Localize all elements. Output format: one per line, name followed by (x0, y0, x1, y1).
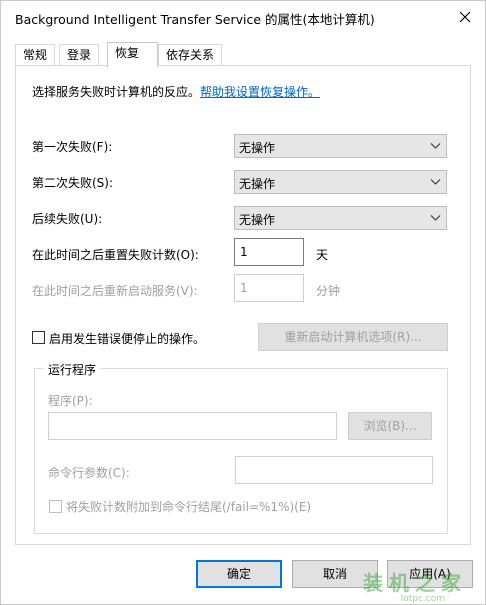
program-input[interactable] (48, 412, 337, 440)
restart-service-input[interactable]: 1 (234, 274, 304, 302)
tab-general[interactable]: 常规 (15, 44, 56, 66)
title-bar: Background Intelligent Transfer Service … (1, 1, 485, 33)
watermark-text: 装机之家 (363, 571, 467, 595)
window-title: Background Intelligent Transfer Service … (15, 12, 375, 27)
close-button[interactable] (453, 5, 477, 29)
browse-button[interactable]: 浏览(B)... (348, 412, 432, 440)
intro-line: 选择服务失败时计算机的反应。帮助我设置恢复操作。 (32, 83, 320, 100)
tab-recovery[interactable]: 恢复 (107, 42, 158, 67)
run-program-title: 运行程序 (44, 361, 101, 378)
tab-dependencies[interactable]: 依存关系 (158, 44, 223, 66)
reset-count-value: 1 (240, 245, 248, 259)
tab-logon[interactable]: 登录 (59, 44, 100, 66)
second-failure-select[interactable]: 无操作 (234, 170, 447, 194)
chevron-down-icon (430, 215, 441, 221)
restart-service-value: 1 (240, 281, 248, 295)
restart-unit: 分钟 (316, 284, 341, 298)
subsequent-failure-select[interactable]: 无操作 (234, 206, 447, 230)
cmd-params-input[interactable] (235, 456, 433, 484)
watermark-url: lotpc.com (400, 594, 445, 604)
reset-count-label: 在此时间之后重置失败计数(O): (32, 248, 199, 262)
chevron-down-icon (430, 143, 441, 149)
restart-computer-options-button[interactable]: 重新启动计算机选项(R)... (258, 323, 448, 351)
append-fail-checkbox[interactable] (49, 500, 62, 513)
first-failure-value: 无操作 (239, 141, 276, 155)
subsequent-failure-value: 无操作 (239, 213, 276, 227)
second-failure-value: 无操作 (239, 177, 276, 191)
recovery-panel: 选择服务失败时计算机的反应。帮助我设置恢复操作。 第一次失败(F): 无操作 第… (15, 65, 471, 545)
first-failure-select[interactable]: 无操作 (234, 134, 447, 158)
enable-actions-label: 启用发生错误便停止的操作。 (49, 332, 206, 346)
program-label: 程序(P): (48, 394, 93, 408)
intro-text: 选择服务失败时计算机的反应。 (32, 85, 201, 99)
chevron-down-icon (430, 179, 441, 185)
restart-service-label: 在此时间之后重新启动服务(V): (32, 284, 198, 298)
ok-button[interactable]: 确定 (196, 560, 282, 588)
enable-actions-checkbox[interactable] (32, 331, 45, 344)
help-link[interactable]: 帮助我设置恢复操作。 (200, 85, 320, 99)
first-failure-label: 第一次失败(F): (32, 140, 113, 154)
properties-dialog: Background Intelligent Transfer Service … (0, 0, 486, 605)
close-icon (459, 11, 471, 23)
subsequent-failure-label: 后续失败(U): (32, 212, 103, 226)
reset-count-input[interactable]: 1 (234, 238, 304, 266)
second-failure-label: 第二次失败(S): (32, 176, 114, 190)
append-fail-label: 将失败计数附加到命令行结尾(/fail=%1%)(E) (66, 500, 312, 514)
cmd-params-label: 命令行参数(C): (48, 466, 130, 480)
reset-unit: 天 (316, 248, 329, 262)
